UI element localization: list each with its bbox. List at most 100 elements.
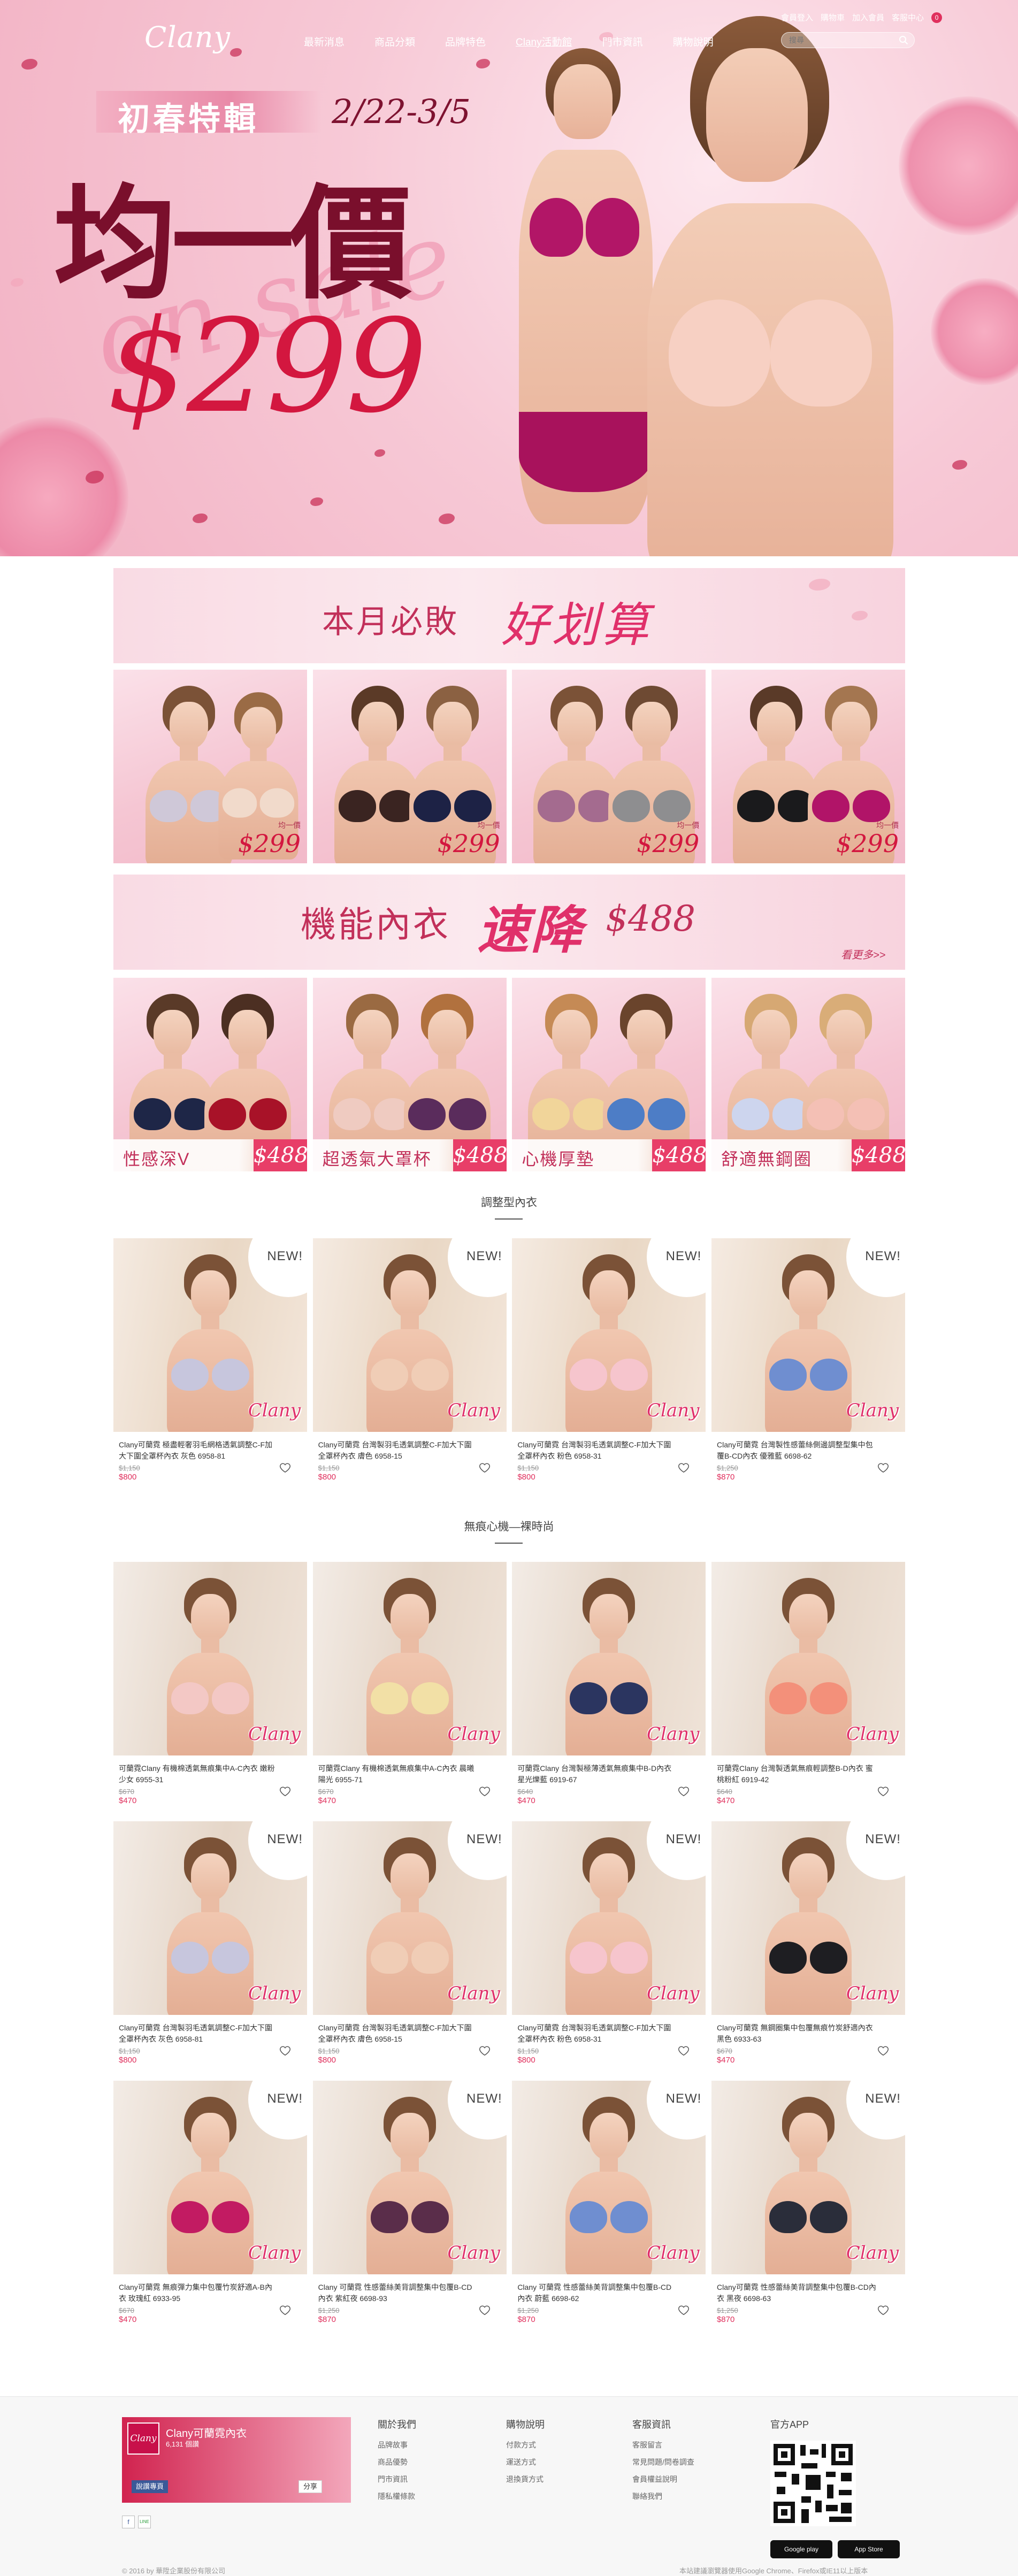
product-name[interactable]: Clany可蘭霓 台灣製性感蕾絲側邊調整型集中包覆B-CD內衣 優雅藍 6698…: [717, 1439, 877, 1462]
menu-item-brand[interactable]: 品牌特色: [430, 34, 501, 49]
product-photo[interactable]: NEW! Clany: [113, 1238, 307, 1432]
heart-icon[interactable]: [479, 1785, 491, 1797]
product-card[interactable]: NEW! Clany Clany可蘭霓 台灣製羽毛透氣調整C-F加大下圍全罩杯內衣 …: [512, 1821, 706, 2083]
product-name[interactable]: Clany可蘭霓 台灣製羽毛透氣調整C-F加大下圍全罩杯內衣 膚色 6958-1…: [318, 1439, 479, 1462]
product-photo[interactable]: NEW! Clany: [312, 1821, 507, 2015]
heart-icon[interactable]: [877, 1785, 889, 1797]
footer-link[interactable]: 隱私權條款: [378, 2491, 416, 2502]
product-card[interactable]: NEW! Clany Clany可蘭霓 台灣製羽毛透氣調整C-F加大下圍全罩杯內衣 …: [113, 1821, 307, 2083]
product-name[interactable]: Clany可蘭霓 台灣製羽毛透氣調整C-F加大下圍全罩杯內衣 膚色 6958-1…: [318, 2022, 479, 2045]
heart-icon[interactable]: [279, 2304, 291, 2316]
product-name[interactable]: 可蘭霓Clany 台灣製極薄透氣無痕集中B-D內衣 星光爍藍 6919-67: [517, 1763, 678, 1785]
footer-link[interactable]: 門市資訊: [378, 2474, 416, 2485]
product-name[interactable]: Clany可蘭霓 台灣製羽毛透氣調整C-F加大下圍全罩杯內衣 粉色 6958-3…: [517, 1439, 678, 1462]
product-photo[interactable]: NEW! Clany: [312, 1238, 507, 1432]
facebook-icon[interactable]: f: [122, 2516, 135, 2528]
promo2-tile[interactable]: 超透氣大罩杯 $488: [312, 978, 507, 1171]
footer-link[interactable]: 商品優勢: [378, 2457, 416, 2467]
search-input[interactable]: [781, 32, 915, 48]
product-photo[interactable]: Clany: [512, 1562, 706, 1755]
product-name[interactable]: 可蘭霓Clany 台灣製透氣無痕輕調整B-D內衣 蜜桃粉紅 6919-42: [717, 1763, 877, 1785]
fb-page-name[interactable]: Clany可蘭霓內衣: [166, 2425, 247, 2440]
product-photo[interactable]: NEW! Clany: [312, 2081, 507, 2274]
promo2-tile[interactable]: 性感深V $488: [113, 978, 307, 1171]
product-card[interactable]: NEW! Clany Clany可蘭霓 台灣製羽毛透氣調整C-F加大下圍全罩杯內…: [512, 1238, 706, 1500]
product-photo[interactable]: NEW! Clany: [512, 1821, 706, 2015]
product-card[interactable]: NEW! Clany Clany可蘭霓 極盡輕奢羽毛網格透氣調整C-F加大下圍全…: [113, 1238, 307, 1500]
product-photo[interactable]: NEW! Clany: [512, 1238, 706, 1432]
see-more-link[interactable]: 看更多>>: [841, 946, 885, 962]
product-card[interactable]: Clany 可蘭霓Clany 有機棉透氣無痕集中A-C內衣 嫩粉少女 6955-3…: [113, 1562, 307, 1824]
heart-icon[interactable]: [877, 2045, 889, 2057]
product-name[interactable]: Clany可蘭霓 無鋼圈集中包覆無痕竹炭舒適內衣 黑色 6933-63: [717, 2022, 877, 2045]
product-card[interactable]: Clany 可蘭霓Clany 有機棉透氣無痕集中A-C內衣 晨曦陽光 6955-7…: [312, 1562, 507, 1824]
heart-icon[interactable]: [479, 1462, 491, 1474]
product-card[interactable]: NEW! Clany Clany可蘭霓 台灣製羽毛透氣調整C-F加大下圍全罩杯內衣 …: [312, 1821, 507, 2083]
product-name[interactable]: Clany 可蘭霓 性感蕾絲美背調整集中包覆B-CD內衣 蔚藍 6698-62: [517, 2282, 678, 2304]
heart-icon[interactable]: [479, 2304, 491, 2316]
product-photo[interactable]: NEW! Clany: [711, 2081, 905, 2274]
product-photo[interactable]: NEW! Clany: [711, 1238, 905, 1432]
menu-item-categories[interactable]: 商品分類: [359, 34, 430, 49]
product-name[interactable]: Clany可蘭霓 台灣製羽毛透氣調整C-F加大下圍全罩杯內衣 灰色 6958-8…: [119, 2022, 279, 2045]
promo1-tile[interactable]: 均一價 $299: [312, 670, 507, 863]
footer-link[interactable]: 品牌故事: [378, 2440, 416, 2450]
heart-icon[interactable]: [279, 2045, 291, 2057]
product-name[interactable]: 可蘭霓Clany 有機棉透氣無痕集中A-C內衣 嫩粉少女 6955-31: [119, 1763, 279, 1785]
product-name[interactable]: Clany可蘭霓 極盡輕奢羽毛網格透氣調整C-F加大下圍全罩杯內衣 灰色 695…: [119, 1439, 279, 1462]
footer-link[interactable]: 聯絡我們: [632, 2491, 694, 2502]
heart-icon[interactable]: [279, 1462, 291, 1474]
login-link[interactable]: 會員登入: [781, 12, 813, 23]
heart-icon[interactable]: [678, 1462, 690, 1474]
footer-link[interactable]: 常見問題/問卷調查: [632, 2457, 694, 2467]
product-card[interactable]: NEW! Clany Clany可蘭霓 台灣製羽毛透氣調整C-F加大下圍全罩杯內…: [312, 1238, 507, 1500]
heart-icon[interactable]: [678, 1785, 690, 1797]
register-link[interactable]: 加入會員: [852, 12, 884, 23]
product-name[interactable]: Clany可蘭霓 台灣製羽毛透氣調整C-F加大下圍全罩杯內衣 粉色 6958-3…: [517, 2022, 678, 2045]
product-card[interactable]: Clany 可蘭霓Clany 台灣製極薄透氣無痕集中B-D內衣 星光爍藍 6919…: [512, 1562, 706, 1824]
product-card[interactable]: NEW! Clany Clany可蘭霓 台灣製性感蕾絲側邊調整型集中包覆B-CD…: [711, 1238, 905, 1500]
product-card[interactable]: Clany 可蘭霓Clany 台灣製透氣無痕輕調整B-D內衣 蜜桃粉紅 6919-…: [711, 1562, 905, 1824]
product-card[interactable]: NEW! Clany Clany可蘭霓 無鋼圈集中包覆無痕竹炭舒適內衣 黑色 693…: [711, 1821, 905, 2083]
promo-banner-functional[interactable]: 機能內衣 速降 $488 看更多>>: [113, 875, 905, 970]
product-photo[interactable]: NEW! Clany: [113, 1821, 307, 2015]
product-name[interactable]: Clany 可蘭霓 性感蕾絲美背調整集中包覆B-CD內衣 紫紅夜 6698-93: [318, 2282, 479, 2304]
fb-like-button[interactable]: 說讚專頁: [132, 2480, 169, 2493]
search-icon[interactable]: [899, 35, 908, 45]
product-card[interactable]: NEW! Clany Clany可蘭霓 無痕彈力集中包覆竹炭舒適A-B內衣 玫瑰紅 …: [113, 2081, 307, 2343]
product-photo[interactable]: Clany: [711, 1562, 905, 1755]
menu-item-stores[interactable]: 門市資訊: [587, 34, 658, 49]
fb-share-button[interactable]: 分享: [298, 2480, 323, 2493]
heart-icon[interactable]: [479, 2045, 491, 2057]
footer-link[interactable]: 退換貨方式: [506, 2474, 545, 2485]
promo1-tile[interactable]: 均一價 $299: [512, 670, 706, 863]
promo-banner-monthly[interactable]: 本月必敗 好划算: [113, 568, 905, 663]
footer-link[interactable]: 客服留言: [632, 2440, 694, 2450]
promo1-tile[interactable]: 均一價 $299: [711, 670, 905, 863]
hero-banner[interactable]: 初春特輯 2/22-3/5 on sale 均一價 $299 Clany 最新消…: [0, 0, 1018, 556]
heart-icon[interactable]: [279, 1785, 291, 1797]
promo2-tile[interactable]: 心機厚墊 $488: [512, 978, 706, 1171]
promo2-tile[interactable]: 舒適無鋼圈 $488: [711, 978, 905, 1171]
product-card[interactable]: NEW! Clany Clany 可蘭霓 性感蕾絲美背調整集中包覆B-CD內衣 紫紅…: [312, 2081, 507, 2343]
footer-link[interactable]: 會員權益說明: [632, 2474, 694, 2485]
site-logo[interactable]: Clany: [144, 20, 231, 54]
menu-item-news[interactable]: 最新消息: [289, 34, 359, 49]
facebook-page-widget[interactable]: Clany Clany可蘭霓內衣 6,131 個讚 說讚專頁 分享: [122, 2417, 351, 2503]
product-name[interactable]: 可蘭霓Clany 有機棉透氣無痕集中A-C內衣 晨曦陽光 6955-71: [318, 1763, 479, 1785]
promo1-tile[interactable]: 均一價 $299: [113, 670, 307, 863]
footer-link[interactable]: 付款方式: [506, 2440, 545, 2450]
heart-icon[interactable]: [678, 2304, 690, 2316]
line-icon[interactable]: LINE: [138, 2516, 151, 2528]
menu-item-shopping-guide[interactable]: 購物說明: [658, 34, 729, 49]
product-card[interactable]: NEW! Clany Clany 可蘭霓 性感蕾絲美背調整集中包覆B-CD內衣 蔚藍…: [512, 2081, 706, 2343]
product-photo[interactable]: Clany: [312, 1562, 507, 1755]
app-store-button[interactable]: App Store: [838, 2540, 900, 2558]
product-name[interactable]: Clany可蘭霓 無痕彈力集中包覆竹炭舒適A-B內衣 玫瑰紅 6933-95: [119, 2282, 279, 2304]
footer-link[interactable]: 運送方式: [506, 2457, 545, 2467]
heart-icon[interactable]: [678, 2045, 690, 2057]
heart-icon[interactable]: [877, 1462, 889, 1474]
menu-item-events[interactable]: Clany活動館: [501, 34, 587, 49]
product-name[interactable]: Clany可蘭霓 性感蕾絲美背調整集中包覆B-CD內衣 黑夜 6698-63: [717, 2282, 877, 2304]
heart-icon[interactable]: [877, 2304, 889, 2316]
